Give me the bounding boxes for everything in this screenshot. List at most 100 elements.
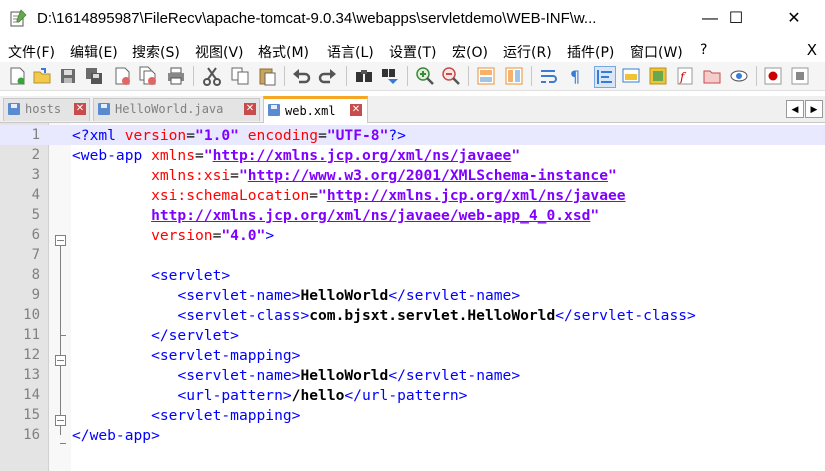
print-icon[interactable]	[166, 66, 186, 86]
window-title: D:\1614895987\FileRecv\apache-tomcat-9.0…	[37, 10, 597, 27]
line-number: 2	[31, 147, 40, 163]
saved-file-icon	[268, 104, 280, 116]
fold-toggle-icon[interactable]	[55, 355, 66, 366]
code-text: <?xml version="1.0" encoding="UTF-8"?>	[72, 127, 406, 144]
menu-help[interactable]: ?	[700, 42, 707, 58]
doc-map-icon[interactable]	[648, 66, 668, 86]
code-line[interactable]: 6 version="4.0">	[0, 225, 825, 245]
toolbar-separator	[468, 66, 469, 86]
code-line[interactable]: 7	[0, 245, 825, 265]
sync-vertical-icon[interactable]	[476, 66, 496, 86]
code-line[interactable]: 1 <?xml version="1.0" encoding="UTF-8"?>	[0, 125, 825, 145]
monitor-icon[interactable]	[729, 66, 749, 86]
tab-label: HelloWorld.java	[115, 102, 224, 116]
find-icon[interactable]	[354, 66, 374, 86]
saved-file-icon	[8, 103, 20, 115]
record-macro-icon[interactable]	[763, 66, 783, 86]
indent-guide-icon[interactable]	[594, 66, 616, 88]
code-line[interactable]: 15 <servlet-mapping>	[0, 405, 825, 425]
code-line[interactable]: 12 <servlet-mapping>	[0, 345, 825, 365]
saved-file-icon	[98, 103, 110, 115]
line-number: 12	[23, 347, 40, 363]
tab-helloworld-java[interactable]: HelloWorld.java ✕	[93, 98, 260, 121]
tab-close-icon[interactable]: ✕	[74, 103, 86, 115]
undo-icon[interactable]	[291, 66, 311, 86]
code-line[interactable]: 4 xsi:schemaLocation="http://xmlns.jcp.o…	[0, 185, 825, 205]
menu-format[interactable]: 格式(M)	[258, 42, 309, 62]
new-file-icon[interactable]	[7, 66, 27, 86]
save-icon[interactable]	[58, 66, 78, 86]
tab-bar: hosts ✕ HelloWorld.java ✕ web.xml ✕ ◀ ▶	[0, 96, 825, 125]
tab-label: web.xml	[285, 104, 336, 118]
show-all-chars-icon[interactable]: ¶	[566, 66, 586, 86]
code-text: xsi:schemaLocation="http://xmlns.jcp.org…	[151, 187, 626, 204]
menu-file[interactable]: 文件(F)	[8, 42, 55, 62]
zoom-out-icon[interactable]	[441, 66, 461, 86]
zoom-in-icon[interactable]	[415, 66, 435, 86]
menu-run[interactable]: 运行(R)	[503, 42, 552, 62]
stop-macro-icon[interactable]	[790, 66, 810, 86]
line-number: 1	[31, 127, 40, 143]
fold-toggle-icon[interactable]	[55, 415, 66, 426]
code-text: <servlet-mapping>	[151, 407, 301, 424]
menu-settings[interactable]: 设置(T)	[389, 42, 436, 62]
toolbar-separator	[531, 66, 532, 86]
code-text: <servlet-name>HelloWorld</servlet-name>	[177, 287, 521, 304]
tab-scroll-right-button[interactable]: ▶	[805, 100, 823, 118]
tab-close-icon[interactable]: ✕	[350, 104, 362, 116]
menu-view[interactable]: 视图(V)	[195, 42, 244, 62]
code-text: <servlet-class>com.bjsxt.servlet.HelloWo…	[177, 307, 696, 324]
code-editor[interactable]: 1 <?xml version="1.0" encoding="UTF-8"?> 2…	[0, 123, 825, 471]
replace-icon[interactable]	[380, 66, 400, 86]
code-line[interactable]: 8 <servlet>	[0, 265, 825, 285]
code-line[interactable]: 13 <servlet-name>HelloWorld</servlet-nam…	[0, 365, 825, 385]
code-line[interactable]: 3 xmlns:xsi="http://www.w3.org/2001/XMLS…	[0, 165, 825, 185]
menu-language[interactable]: 语言(L)	[327, 42, 374, 62]
line-number: 14	[23, 387, 40, 403]
copy-icon[interactable]	[230, 66, 250, 86]
menu-macro[interactable]: 宏(O)	[452, 42, 488, 62]
save-all-icon[interactable]	[84, 66, 104, 86]
code-text: <servlet>	[151, 267, 231, 284]
folder-workspace-icon[interactable]	[702, 66, 722, 86]
line-number: 3	[31, 167, 40, 183]
menu-window[interactable]: 窗口(W)	[630, 42, 683, 62]
menu-search[interactable]: 搜索(S)	[132, 42, 180, 62]
line-number: 10	[23, 307, 40, 323]
maximize-button[interactable]: ☐	[713, 0, 759, 38]
line-number: 6	[31, 227, 40, 243]
close-document-button[interactable]: X	[807, 41, 817, 59]
code-text: <url-pattern>/hello</url-pattern>	[177, 387, 468, 404]
code-line[interactable]: 14 <url-pattern>/hello</url-pattern>	[0, 385, 825, 405]
paste-icon[interactable]	[257, 66, 277, 86]
open-file-icon[interactable]	[32, 66, 52, 86]
menu-plugins[interactable]: 插件(P)	[567, 42, 614, 62]
code-text: </servlet>	[151, 327, 239, 344]
cut-icon[interactable]	[202, 66, 222, 86]
tab-close-icon[interactable]: ✕	[244, 103, 256, 115]
code-line[interactable]: 5 http://xmlns.jcp.org/xml/ns/javaee/web…	[0, 205, 825, 225]
function-list-icon[interactable]: f	[675, 66, 695, 86]
lang-udl-icon[interactable]	[621, 66, 641, 86]
close-button[interactable]: ✕	[771, 0, 817, 38]
close-all-icon[interactable]	[138, 66, 158, 86]
notepad-plus-plus-icon	[9, 9, 27, 27]
code-line[interactable]: 11 </servlet>	[0, 325, 825, 345]
word-wrap-icon[interactable]	[539, 66, 559, 86]
redo-icon[interactable]	[318, 66, 338, 86]
menu-edit[interactable]: 编辑(E)	[70, 42, 118, 62]
code-text: version="4.0">	[151, 227, 275, 244]
toolbar-separator	[756, 66, 757, 86]
close-file-icon[interactable]	[112, 66, 132, 86]
code-line[interactable]: 2 <web-app xmlns="http://xmlns.jcp.org/xm…	[0, 145, 825, 165]
code-line[interactable]: 16 </web-app>	[0, 425, 825, 445]
tab-web-xml[interactable]: web.xml ✕	[263, 96, 368, 125]
sync-horizontal-icon[interactable]	[504, 66, 524, 86]
tab-hosts[interactable]: hosts ✕	[3, 98, 90, 121]
code-line[interactable]: 9 <servlet-name>HelloWorld</servlet-name…	[0, 285, 825, 305]
toolbar-separator	[407, 66, 408, 86]
svg-text:¶: ¶	[570, 67, 580, 86]
tab-scroll-left-button[interactable]: ◀	[786, 100, 804, 118]
code-line[interactable]: 10 <servlet-class>com.bjsxt.servlet.Hell…	[0, 305, 825, 325]
code-text: http://xmlns.jcp.org/xml/ns/javaee/web-a…	[151, 207, 600, 224]
